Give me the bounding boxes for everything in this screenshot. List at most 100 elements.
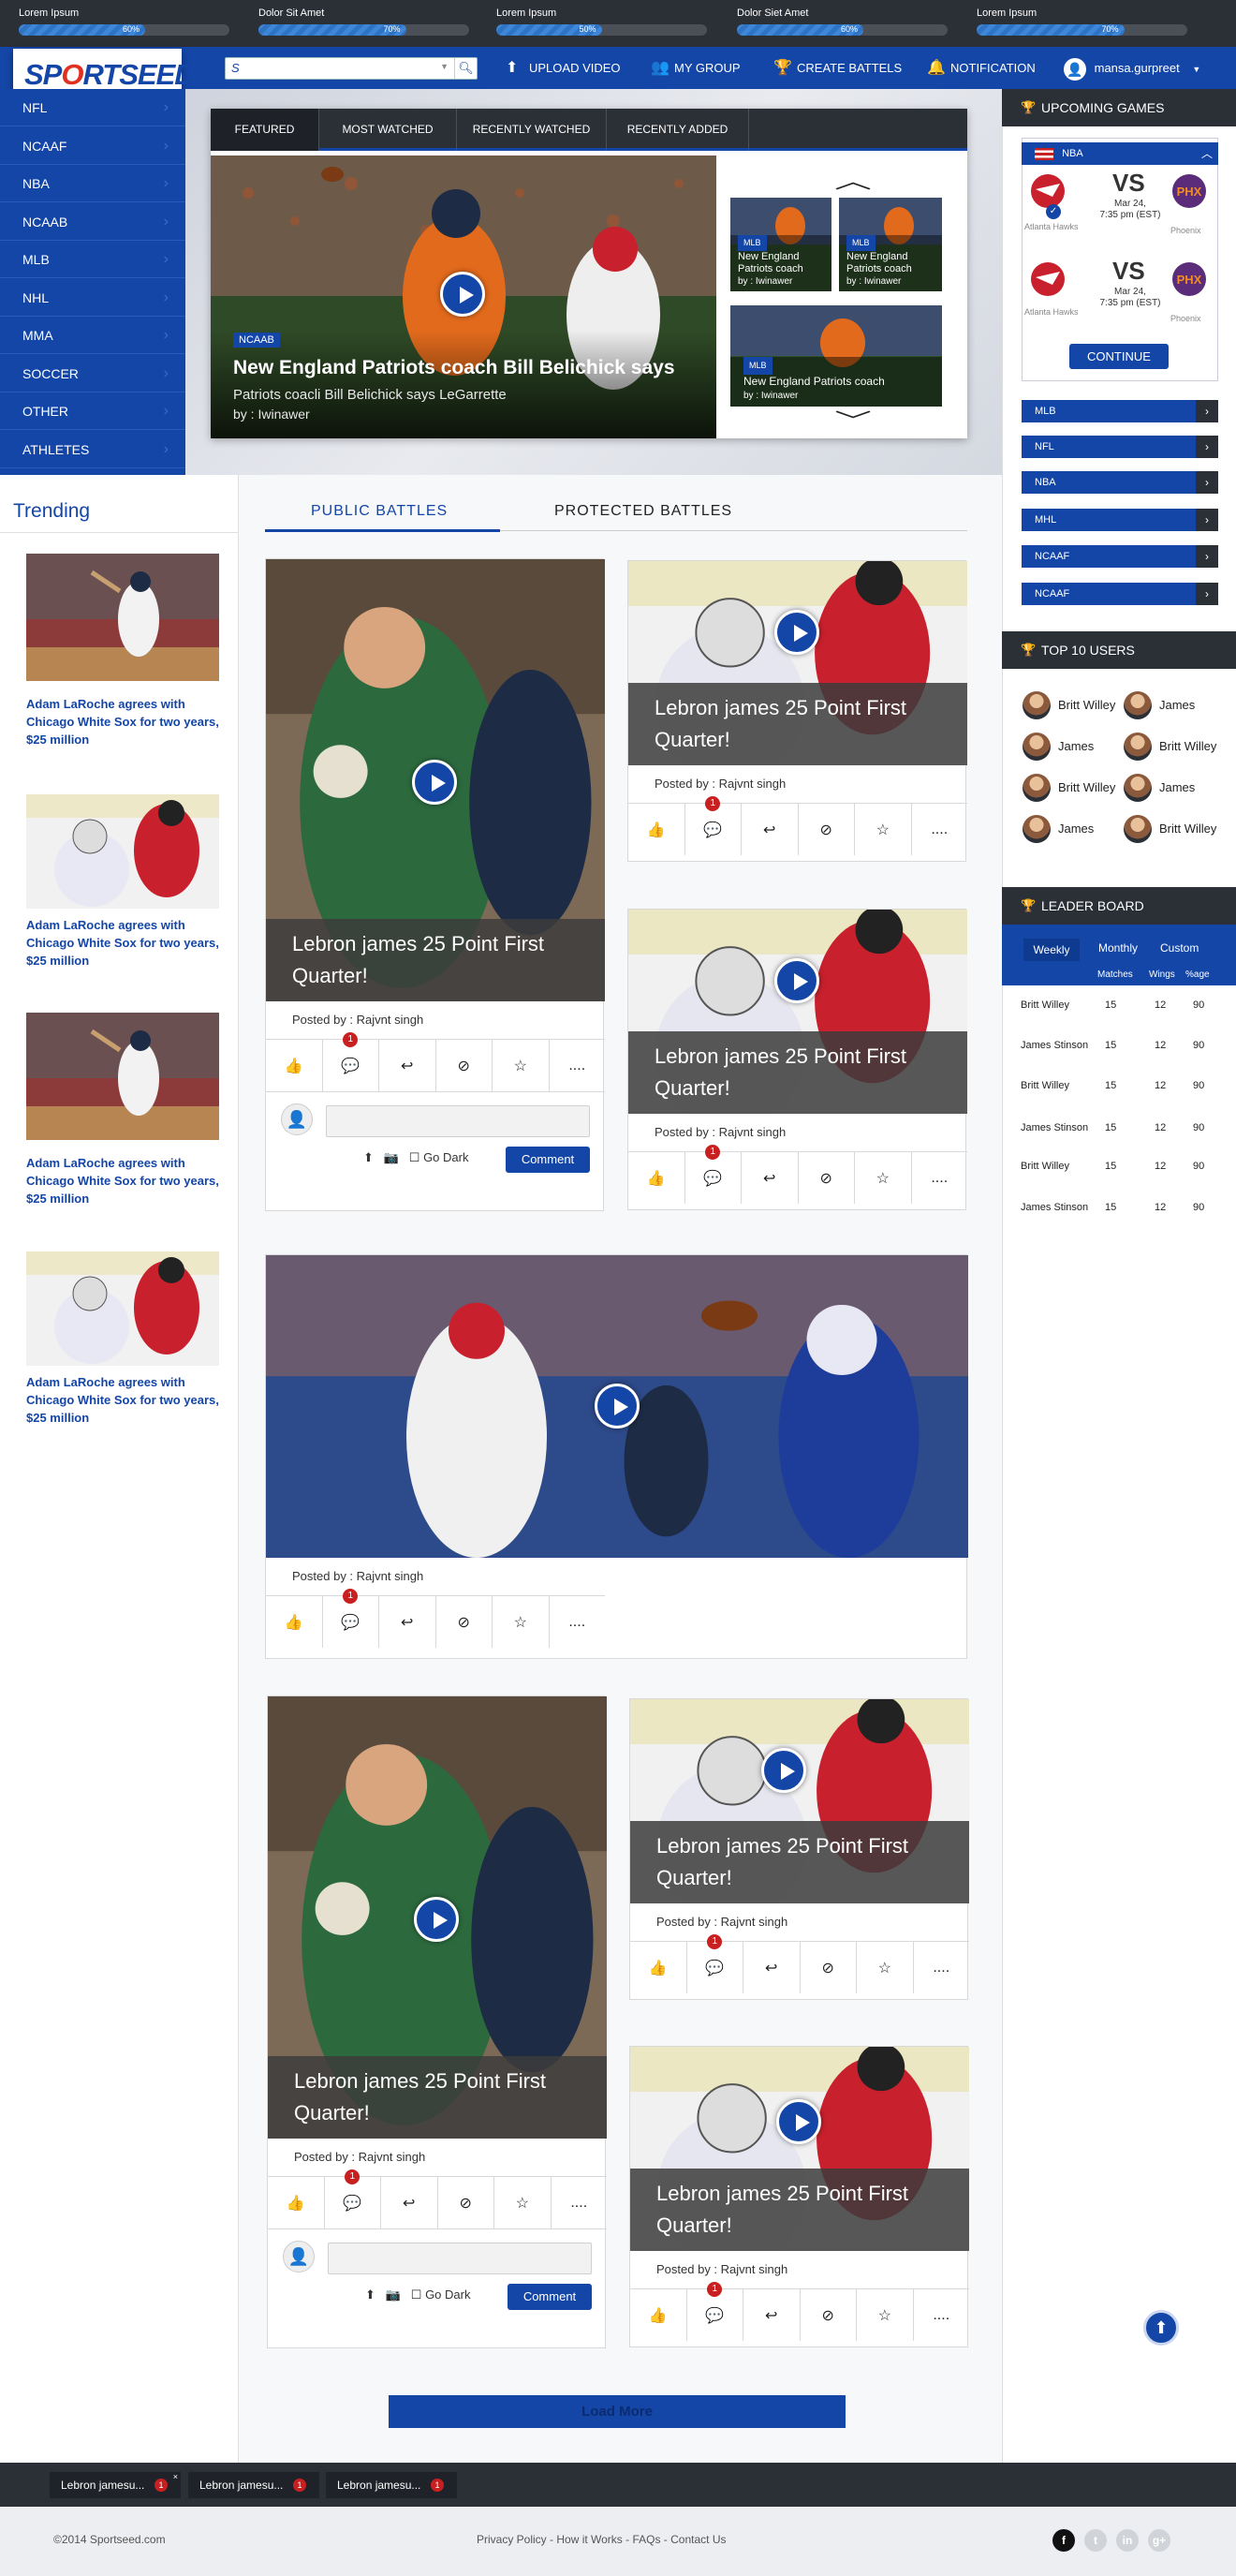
sidebar-item-athletes[interactable]: ATHLETES ›: [0, 431, 185, 468]
featured-title[interactable]: New England Patriots coach Bill Belichic…: [233, 357, 694, 379]
go-dark-checkbox[interactable]: ☐: [409, 1150, 420, 1164]
trending-thumbnail[interactable]: [26, 1013, 219, 1140]
reply-icon-button[interactable]: ↩: [381, 2177, 438, 2228]
like-icon-button[interactable]: 👍: [630, 1942, 687, 1993]
more-icon-button[interactable]: ....: [914, 2289, 970, 2341]
facebook-icon[interactable]: f: [1052, 2529, 1075, 2552]
user-name[interactable]: James: [1159, 780, 1195, 794]
comment-icon-button[interactable]: 💬 1: [325, 2169, 381, 2228]
scroll-to-top-button[interactable]: ⬆: [1143, 2310, 1179, 2346]
block-icon-button[interactable]: ⊘: [436, 1596, 493, 1648]
load-more-button[interactable]: Load More: [389, 2395, 846, 2428]
star-icon-button[interactable]: ☆: [493, 1040, 550, 1091]
googleplus-icon[interactable]: g+: [1148, 2529, 1170, 2552]
user-name[interactable]: James: [1058, 739, 1094, 753]
battle-title[interactable]: Lebron james 25 Point First Quarter!: [630, 1821, 969, 1903]
tab-most-watched[interactable]: MOST WATCHED: [319, 109, 457, 151]
reply-icon-button[interactable]: ↩: [742, 1152, 799, 1204]
trending-thumbnail[interactable]: [26, 554, 219, 681]
user-name[interactable]: James: [1159, 698, 1195, 712]
hero-thumb[interactable]: MLB New England Patriots coach by : Iwin…: [730, 198, 831, 291]
continue-button[interactable]: CONTINUE: [1069, 344, 1169, 369]
trending-headline[interactable]: Adam LaRoche agrees with Chicago White S…: [26, 1154, 223, 1207]
sidebar-item-ncaaf[interactable]: NCAAF ›: [0, 127, 185, 165]
user-avatar[interactable]: [1023, 733, 1051, 761]
tab-public-battles[interactable]: PUBLIC BATTLES: [311, 503, 448, 520]
battle-title[interactable]: Lebron james 25 Point First Quarter!: [266, 919, 605, 1001]
footer-links[interactable]: Privacy Policy - How it Works - FAQs - C…: [477, 2533, 727, 2546]
tab-protected-battles[interactable]: PROTECTED BATTLES: [554, 503, 732, 520]
battle-video[interactable]: Lebron james 25 Point First Quarter!: [268, 1696, 607, 2139]
category-mlb[interactable]: MLB ›: [1022, 400, 1218, 422]
comment-icon-button[interactable]: 💬 1: [323, 1032, 379, 1091]
my-group-link[interactable]: 👥 MY GROUP: [651, 56, 741, 81]
user-name[interactable]: Britt Willey: [1058, 698, 1115, 712]
chevron-down-icon[interactable]: ﹀: [834, 405, 872, 435]
sidebar-item-nfl[interactable]: NFL ›: [0, 89, 185, 126]
battle-title[interactable]: Lebron james 25 Point First Quarter!: [268, 2056, 607, 2139]
category-ncaaf-2[interactable]: NCAAF ›: [1022, 583, 1218, 605]
user-avatar[interactable]: [1124, 774, 1152, 802]
trending-headline[interactable]: Adam LaRoche agrees with Chicago White S…: [26, 695, 223, 748]
category-nfl[interactable]: NFL ›: [1022, 436, 1218, 458]
comment-icon-button[interactable]: 💬 1: [687, 1934, 743, 1993]
star-icon-button[interactable]: ☆: [493, 1596, 550, 1648]
trending-headline[interactable]: Adam LaRoche agrees with Chicago White S…: [26, 1373, 223, 1427]
user-menu[interactable]: 👤 mansa.gurpreet ▼: [1064, 56, 1200, 81]
sidebar-item-other[interactable]: OTHER ›: [0, 392, 185, 430]
star-icon-button[interactable]: ☆: [857, 1942, 914, 1993]
like-icon-button[interactable]: 👍: [628, 1152, 685, 1204]
sidebar-item-nba[interactable]: NBA ›: [0, 165, 185, 202]
play-button[interactable]: [412, 760, 457, 805]
tab-monthly[interactable]: Monthly: [1098, 941, 1138, 955]
play-button[interactable]: [761, 1748, 806, 1793]
user-name[interactable]: Britt Willey: [1058, 780, 1115, 794]
notification-link[interactable]: 🔔 NOTIFICATION: [927, 56, 1036, 81]
reply-icon-button[interactable]: ↩: [742, 804, 799, 855]
tab-recently-added[interactable]: RECENTLY ADDED: [607, 109, 749, 151]
hero-thumb[interactable]: MLB New England Patriots coach by : Iwin…: [839, 198, 942, 291]
tab-recently-watched[interactable]: RECENTLY WATCHED: [457, 109, 607, 151]
like-icon-button[interactable]: 👍: [268, 2177, 325, 2228]
comment-icon-button[interactable]: 💬 1: [685, 1145, 742, 1204]
more-icon-button[interactable]: ....: [912, 804, 968, 855]
tab-weekly[interactable]: Weekly: [1023, 939, 1080, 961]
like-icon-button[interactable]: 👍: [628, 804, 685, 855]
play-button[interactable]: [595, 1384, 640, 1429]
upload-icon[interactable]: ⬆: [363, 1150, 374, 1164]
upload-icon[interactable]: ⬆: [365, 2287, 375, 2302]
chat-chip[interactable]: Lebron jamesu... 1 ×: [50, 2472, 181, 2498]
check-icon[interactable]: ✓: [1046, 204, 1061, 219]
search-dropdown-icon[interactable]: ▼: [440, 62, 449, 71]
comment-button[interactable]: Comment: [508, 2284, 592, 2310]
battle-video[interactable]: Lebron james 25 Point First Quarter!: [630, 1699, 969, 1903]
block-icon-button[interactable]: ⊘: [799, 1152, 855, 1204]
close-icon[interactable]: ×: [173, 2464, 178, 2490]
category-nba[interactable]: NBA ›: [1022, 471, 1218, 494]
sidebar-item-nhl[interactable]: NHL ›: [0, 279, 185, 317]
more-icon-button[interactable]: ....: [914, 1942, 970, 1993]
hero-thumb[interactable]: MLB New England Patriots coach by : Iwin…: [730, 305, 942, 407]
featured-video[interactable]: NCAAB New England Patriots coach Bill Be…: [211, 155, 716, 438]
league-select[interactable]: NBA ︿: [1022, 142, 1218, 165]
linkedin-icon[interactable]: in: [1116, 2529, 1139, 2552]
trending-thumbnail[interactable]: [26, 1251, 219, 1366]
user-avatar[interactable]: [1124, 733, 1152, 761]
like-icon-button[interactable]: 👍: [266, 1040, 323, 1091]
play-button[interactable]: [414, 1897, 459, 1942]
comment-icon-button[interactable]: 💬 1: [685, 796, 742, 855]
search-box[interactable]: S ▼ 🔍︎: [225, 57, 478, 80]
battle-video[interactable]: Lebron james 25 Point First Quarter!: [266, 559, 605, 1001]
user-name[interactable]: Britt Willey: [1159, 739, 1216, 753]
play-button[interactable]: [440, 272, 485, 317]
reply-icon-button[interactable]: ↩: [379, 1596, 436, 1648]
play-button[interactable]: [776, 2099, 821, 2144]
comment-input[interactable]: [326, 1105, 590, 1137]
sidebar-item-soccer[interactable]: SOCCER ›: [0, 355, 185, 392]
more-icon-button[interactable]: ....: [912, 1152, 968, 1204]
chevron-up-icon[interactable]: ︿: [834, 165, 872, 195]
upload-video-link[interactable]: ⬆ UPLOAD VIDEO: [506, 56, 621, 81]
tab-featured[interactable]: FEATURED: [211, 109, 319, 151]
category-mhl[interactable]: MHL ›: [1022, 509, 1218, 531]
reply-icon-button[interactable]: ↩: [379, 1040, 436, 1091]
